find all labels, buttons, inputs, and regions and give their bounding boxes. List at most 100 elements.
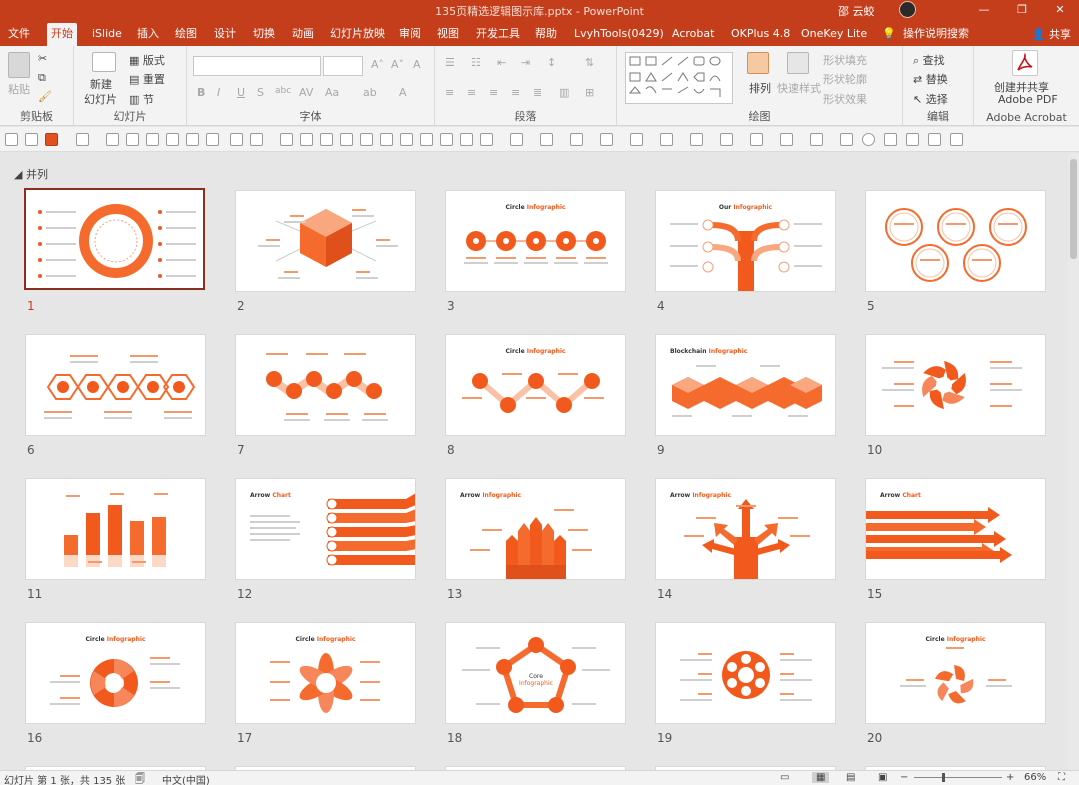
align-icon[interactable]: [320, 133, 333, 146]
pdf-icon[interactable]: [1012, 50, 1038, 76]
tab-design[interactable]: 设计: [210, 23, 240, 46]
section-header[interactable]: ◢ 并列: [14, 166, 48, 182]
restore-button[interactable]: ❐: [1004, 0, 1040, 20]
vertical-scrollbar[interactable]: [1068, 153, 1079, 770]
paste-icon[interactable]: [8, 52, 30, 78]
tab-file[interactable]: 文件: [4, 23, 34, 46]
distribute-icon[interactable]: ≣: [533, 86, 542, 99]
text-box-icon[interactable]: [76, 133, 89, 146]
shape-outline-button[interactable]: 形状轮廓: [823, 71, 867, 87]
eyedropper-icon[interactable]: [540, 133, 553, 146]
section-button[interactable]: ▥ 节: [129, 91, 154, 107]
align-icon[interactable]: [360, 133, 373, 146]
new-slide-icon[interactable]: [92, 52, 116, 72]
shape-icon[interactable]: [780, 133, 793, 146]
align-icon[interactable]: [420, 133, 433, 146]
close-shape-icon[interactable]: [25, 133, 38, 146]
zoom-slider-handle[interactable]: [942, 773, 945, 782]
user-name[interactable]: 邵 云蛟: [838, 3, 875, 19]
underline-icon[interactable]: U: [237, 86, 245, 99]
slide-thumbnail[interactable]: [24, 188, 205, 290]
shadow-icon[interactable]: S: [257, 86, 264, 99]
shape-icon[interactable]: [750, 133, 763, 146]
tab-home[interactable]: 开始: [47, 23, 77, 46]
align-icon[interactable]: [400, 133, 413, 146]
share-button[interactable]: 👤 共享: [1032, 26, 1071, 42]
slide-thumbnail[interactable]: Core Infographic: [445, 622, 626, 724]
spacing-icon[interactable]: AV: [299, 86, 313, 99]
increase-font-icon[interactable]: A˄: [371, 58, 384, 71]
justify-icon[interactable]: ≡: [511, 86, 520, 99]
circle-icon[interactable]: [862, 133, 875, 146]
shape-icon[interactable]: [660, 133, 673, 146]
tell-me-search[interactable]: 操作说明搜索: [899, 23, 973, 46]
tab-onekey[interactable]: OneKey Lite: [797, 23, 871, 46]
align-icon[interactable]: [440, 133, 453, 146]
notes-icon[interactable]: 🗐: [135, 772, 145, 785]
align-icon[interactable]: [106, 133, 119, 146]
align-icon[interactable]: [280, 133, 293, 146]
slide-thumbnail[interactable]: [25, 334, 206, 436]
slide-thumbnail[interactable]: Circle Infographic: [445, 190, 626, 292]
group-icon[interactable]: [206, 133, 219, 146]
align-icon[interactable]: [126, 133, 139, 146]
fit-slide-icon[interactable]: ⛶: [1058, 772, 1065, 783]
fill-color-icon[interactable]: [45, 133, 58, 146]
distribute-icon[interactable]: [166, 133, 179, 146]
slide-thumbnail[interactable]: [655, 622, 836, 724]
arrange-icon[interactable]: [747, 52, 769, 74]
change-case-icon[interactable]: Aa: [325, 86, 339, 99]
scrollbar-thumb[interactable]: [1070, 159, 1077, 259]
strikethrough-icon[interactable]: abc: [275, 86, 291, 96]
slide-thumbnail[interactable]: [235, 190, 416, 292]
minimize-button[interactable]: —: [966, 0, 1002, 20]
tab-review[interactable]: 审阅: [395, 23, 425, 46]
new-slide-button[interactable]: 新建: [90, 76, 112, 92]
align-icon[interactable]: [380, 133, 393, 146]
normal-view-icon[interactable]: ▭: [780, 772, 789, 783]
align-icon[interactable]: [340, 133, 353, 146]
font-name-input[interactable]: [193, 56, 321, 76]
zoom-level[interactable]: 66%: [1024, 772, 1046, 783]
grid-icon[interactable]: [928, 133, 941, 146]
slideshow-icon[interactable]: ▣: [878, 772, 887, 783]
decrease-font-icon[interactable]: A˅: [391, 58, 404, 71]
grid-icon[interactable]: [950, 133, 963, 146]
slide-thumbnail[interactable]: Blockchain Infographic: [655, 334, 836, 436]
tab-view[interactable]: 视图: [433, 23, 463, 46]
tab-islide[interactable]: iSlide: [88, 23, 126, 46]
line-icon[interactable]: [570, 133, 583, 146]
cut-icon[interactable]: ✂: [38, 52, 47, 65]
align-icon[interactable]: [480, 133, 493, 146]
replace-button[interactable]: ⇄ 替换: [913, 71, 948, 87]
shape-fill-button[interactable]: 形状填充: [823, 52, 867, 68]
format-icon[interactable]: [630, 133, 643, 146]
new-slide-sub[interactable]: 幻灯片: [84, 91, 117, 107]
slide-thumbnail[interactable]: Arrow Infographic: [445, 478, 626, 580]
shapes-gallery[interactable]: [625, 52, 733, 104]
quick-styles-icon[interactable]: [787, 52, 809, 74]
quick-styles-button[interactable]: 快速样式: [777, 80, 821, 96]
align-icon[interactable]: [460, 133, 473, 146]
avatar[interactable]: [899, 1, 916, 18]
tab-draw[interactable]: 绘图: [171, 23, 201, 46]
tab-insert[interactable]: 插入: [133, 23, 163, 46]
image-icon[interactable]: [906, 133, 919, 146]
bullets-icon[interactable]: ☰: [445, 56, 455, 69]
font-color-icon[interactable]: A: [399, 86, 407, 99]
pen-icon[interactable]: [600, 133, 613, 146]
slide-thumbnail[interactable]: Arrow Chart: [235, 478, 416, 580]
slide-thumbnail[interactable]: [865, 334, 1046, 436]
slide-thumbnail[interactable]: [25, 478, 206, 580]
shape-effects-button[interactable]: 形状效果: [823, 91, 867, 107]
line-spacing-icon[interactable]: ↕: [547, 56, 556, 69]
copy-icon[interactable]: ⧉: [38, 71, 46, 85]
slide-thumbnail[interactable]: Arrow Chart: [865, 478, 1046, 580]
columns-icon[interactable]: ▥: [559, 86, 569, 99]
shape-icon[interactable]: [810, 133, 823, 146]
slide-thumbnail[interactable]: Arrow Infographic: [655, 478, 836, 580]
layout-button[interactable]: ▦ 版式: [129, 52, 165, 68]
numbering-icon[interactable]: ☷: [471, 56, 481, 69]
arrange-button[interactable]: 排列: [749, 80, 771, 96]
text-direction-icon[interactable]: ⇅: [585, 56, 594, 69]
